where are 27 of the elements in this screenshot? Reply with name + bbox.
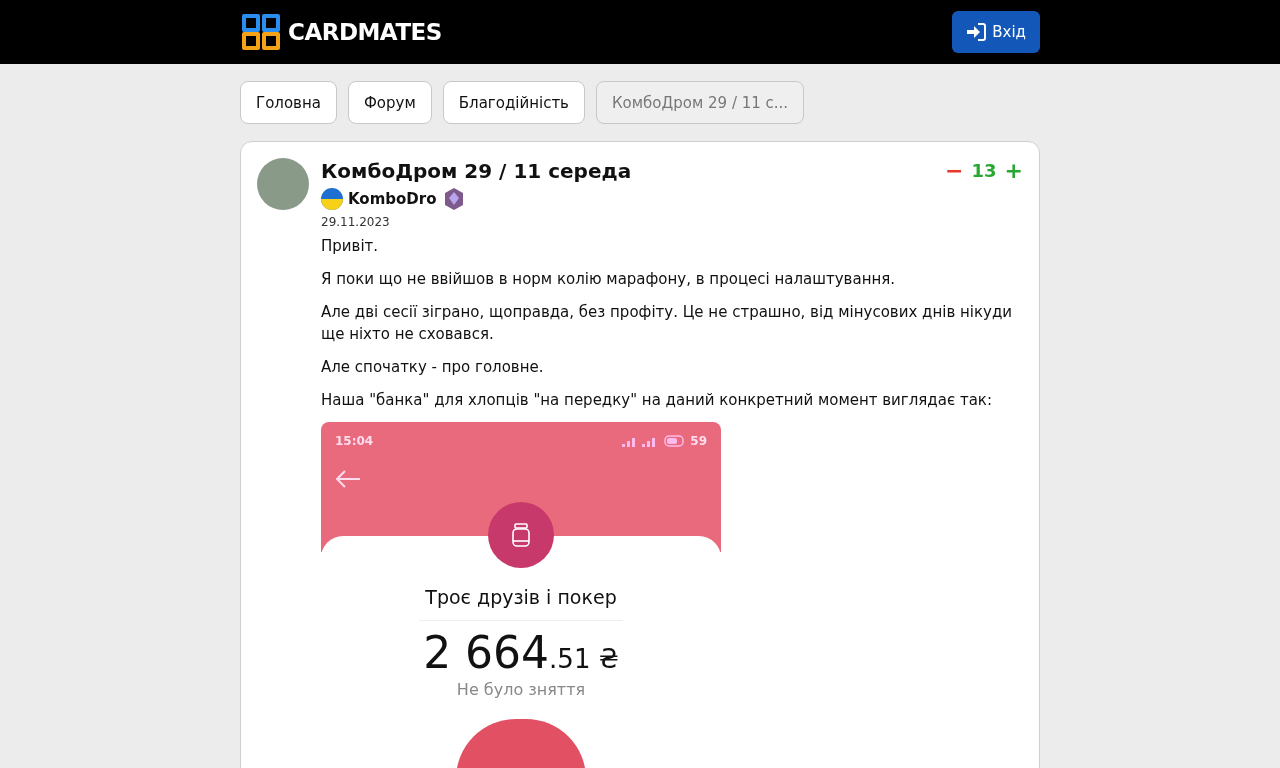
battery-icon xyxy=(664,435,687,447)
jar-amount: 2 664.51 ₴ xyxy=(423,627,619,678)
ukraine-flag-icon xyxy=(321,188,343,210)
login-button[interactable]: Вхід xyxy=(952,11,1040,53)
site-logo-text[interactable]: CARDMATES xyxy=(288,19,442,45)
post-title: КомбоДром 29 / 11 середа xyxy=(321,158,632,183)
post-paragraph: Але дві сесії зіграно, щоправда, без профіту. Це не страшно, від мінусових днів нікуди ще ніхто не сховався. xyxy=(321,302,1014,345)
post-paragraph: Наша "банка" для хлопців "на передку" на даний конкретний момент виглядає так: xyxy=(321,390,993,411)
post-paragraph: Привіт. xyxy=(321,236,380,257)
post-paragraph: Я поки що не ввійшов в норм колію марафону, в процесі налаштування. xyxy=(321,269,897,290)
post-paragraph: Але спочатку - про головне. xyxy=(321,357,545,378)
battery-level-text: 59 xyxy=(690,434,707,448)
breadcrumb-link[interactable]: КомбоДром 29 / 11 с... xyxy=(595,81,805,124)
sign-in-icon xyxy=(966,23,987,41)
breadcrumb-link[interactable]: Форум xyxy=(347,81,432,124)
back-arrow-icon xyxy=(335,470,361,488)
jar-name: Троє друзів і покер xyxy=(419,586,623,621)
jar-note: Не було зняття xyxy=(456,680,586,699)
clover-logo-icon[interactable] xyxy=(240,12,282,52)
avatar-photo-placeholder xyxy=(257,158,309,210)
breadcrumb-link[interactable]: Головна xyxy=(240,81,337,124)
post-date: 29.11.2023 xyxy=(321,215,391,229)
downvote-button[interactable]: − xyxy=(945,158,964,183)
breadcrumb-link[interactable]: Благодійність xyxy=(442,81,585,124)
vote-score: 13 xyxy=(971,160,997,181)
status-time: 15:04 xyxy=(335,434,374,448)
author-link[interactable]: KomboDro xyxy=(348,190,437,208)
